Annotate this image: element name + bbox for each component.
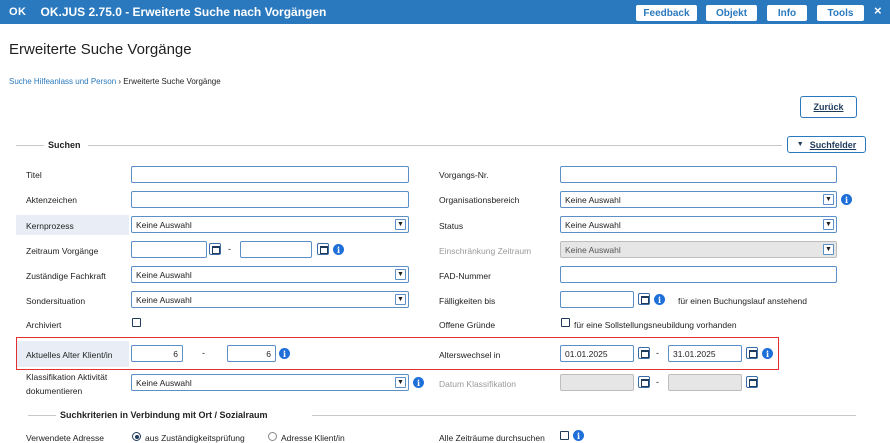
- datum-klassifikation-to-input: [668, 374, 742, 391]
- info-icon[interactable]: i: [841, 194, 852, 205]
- label-aktenzeichen: Aktenzeichen: [26, 195, 78, 205]
- vorgangsnr-input[interactable]: [560, 166, 837, 183]
- range-dash: -: [228, 244, 231, 254]
- alle-zeitraeume-checkbox[interactable]: [560, 431, 569, 440]
- triangle-down-icon: ▼: [796, 141, 804, 148]
- einschraenkung-value: Keine Auswahl: [565, 244, 621, 255]
- label-faelligkeiten: Fälligkeiten bis: [439, 296, 496, 306]
- label-einschraenkung: Einschränkung Zeitraum: [439, 246, 532, 256]
- fachkraft-select[interactable]: Keine Auswahl ▼: [131, 266, 409, 283]
- calendar-icon[interactable]: [317, 243, 329, 255]
- label-klassifikation-2: dokumentieren: [26, 386, 83, 396]
- offene-gruende-checkbox-label: für eine Sollstellungsneubildung vorhand…: [574, 320, 737, 330]
- info-icon[interactable]: i: [333, 244, 344, 255]
- label-fad: FAD-Nummer: [439, 271, 491, 281]
- label-organisationsbereich: Organisationsbereich: [439, 195, 520, 205]
- klassifikation-select[interactable]: Keine Auswahl ▼: [131, 374, 409, 391]
- tools-button[interactable]: Tools: [817, 5, 864, 21]
- section-title-search: Suchen: [48, 140, 81, 150]
- aktenzeichen-input[interactable]: [131, 191, 409, 208]
- range-dash: -: [656, 377, 659, 387]
- organisationsbereich-value: Keine Auswahl: [565, 194, 621, 205]
- app-title: OK.JUS 2.75.0 - Erweiterte Suche nach Vo…: [40, 5, 327, 19]
- chevron-down-icon: ▼: [823, 244, 834, 255]
- radio-zustaendigkeit[interactable]: [132, 432, 141, 441]
- calendar-icon[interactable]: [638, 376, 650, 388]
- label-vorgangsnr: Vorgangs-Nr.: [439, 170, 489, 180]
- breadcrumb-current: Erweiterte Suche Vorgänge: [123, 77, 221, 86]
- kernprozess-select[interactable]: Keine Auswahl ▼: [131, 216, 409, 233]
- offene-gruende-checkbox[interactable]: [561, 318, 570, 327]
- breadcrumb-link[interactable]: Suche Hilfeanlass und Person: [9, 77, 116, 86]
- search-fields-label: Suchfelder: [809, 139, 857, 150]
- calendar-icon[interactable]: [209, 243, 221, 255]
- label-zeitraum: Zeitraum Vorgänge: [26, 246, 99, 256]
- info-icon[interactable]: i: [573, 430, 584, 441]
- chevron-down-icon: ▼: [395, 294, 406, 305]
- section-divider: [312, 415, 856, 416]
- chevron-down-icon: ▼: [823, 194, 834, 205]
- calendar-icon[interactable]: [746, 376, 758, 388]
- label-klassifikation-1: Klassifikation Aktivität: [26, 372, 108, 382]
- back-button[interactable]: Zurück: [800, 96, 857, 118]
- close-icon[interactable]: ×: [874, 3, 882, 18]
- label-archiviert: Archiviert: [26, 320, 62, 330]
- section-title-location: Suchkriterien in Verbindung mit Ort / So…: [60, 410, 268, 420]
- archiviert-checkbox[interactable]: [132, 318, 141, 327]
- zeitraum-to-input[interactable]: [240, 241, 312, 258]
- chevron-down-icon: ▼: [395, 219, 406, 230]
- info-button[interactable]: Info: [767, 5, 807, 21]
- faelligkeiten-note: für einen Buchungslauf anstehend: [678, 296, 808, 306]
- label-sondersituation: Sondersituation: [26, 296, 86, 306]
- label-status: Status: [439, 221, 464, 231]
- info-icon[interactable]: i: [654, 294, 665, 305]
- objekt-button[interactable]: Objekt: [706, 5, 757, 21]
- search-fields-button[interactable]: ▼ Suchfelder: [787, 136, 866, 153]
- label-kernprozess: Kernprozess: [26, 221, 74, 231]
- chevron-down-icon: ▼: [395, 377, 406, 388]
- highlight-box: [16, 337, 779, 370]
- app-logo: OK: [9, 6, 27, 18]
- breadcrumb: Suche Hilfeanlass und Person › Erweitert…: [9, 77, 221, 86]
- section-divider: [16, 145, 44, 146]
- info-icon[interactable]: i: [413, 377, 424, 388]
- klassifikation-value: Keine Auswahl: [136, 377, 192, 388]
- datum-klassifikation-from-input: [560, 374, 634, 391]
- chevron-down-icon: ▼: [395, 269, 406, 280]
- status-select[interactable]: Keine Auswahl ▼: [560, 216, 837, 233]
- einschraenkung-select: Keine Auswahl ▼: [560, 241, 837, 258]
- zeitraum-from-input[interactable]: [131, 241, 207, 258]
- label-titel: Titel: [26, 170, 42, 180]
- label-datum-klassifikation: Datum Klassifikation: [439, 379, 517, 389]
- label-offene-gruende: Offene Gründe: [439, 320, 496, 330]
- page-title: Erweiterte Suche Vorgänge: [9, 41, 192, 58]
- sondersituation-select[interactable]: Keine Auswahl ▼: [131, 291, 409, 308]
- section-divider: [28, 415, 56, 416]
- titel-input[interactable]: [131, 166, 409, 183]
- chevron-down-icon: ▼: [823, 219, 834, 230]
- radio-adresse-klient[interactable]: [268, 432, 277, 441]
- fachkraft-value: Keine Auswahl: [136, 269, 192, 280]
- section-divider: [88, 145, 782, 146]
- fad-input[interactable]: [560, 266, 837, 283]
- sondersituation-value: Keine Auswahl: [136, 294, 192, 305]
- organisationsbereich-select[interactable]: Keine Auswahl ▼: [560, 191, 837, 208]
- faelligkeiten-input[interactable]: [560, 291, 634, 308]
- status-value: Keine Auswahl: [565, 219, 621, 230]
- calendar-icon[interactable]: [638, 293, 650, 305]
- label-fachkraft: Zuständige Fachkraft: [26, 271, 106, 281]
- feedback-button[interactable]: Feedback: [636, 5, 697, 21]
- kernprozess-value: Keine Auswahl: [136, 219, 192, 230]
